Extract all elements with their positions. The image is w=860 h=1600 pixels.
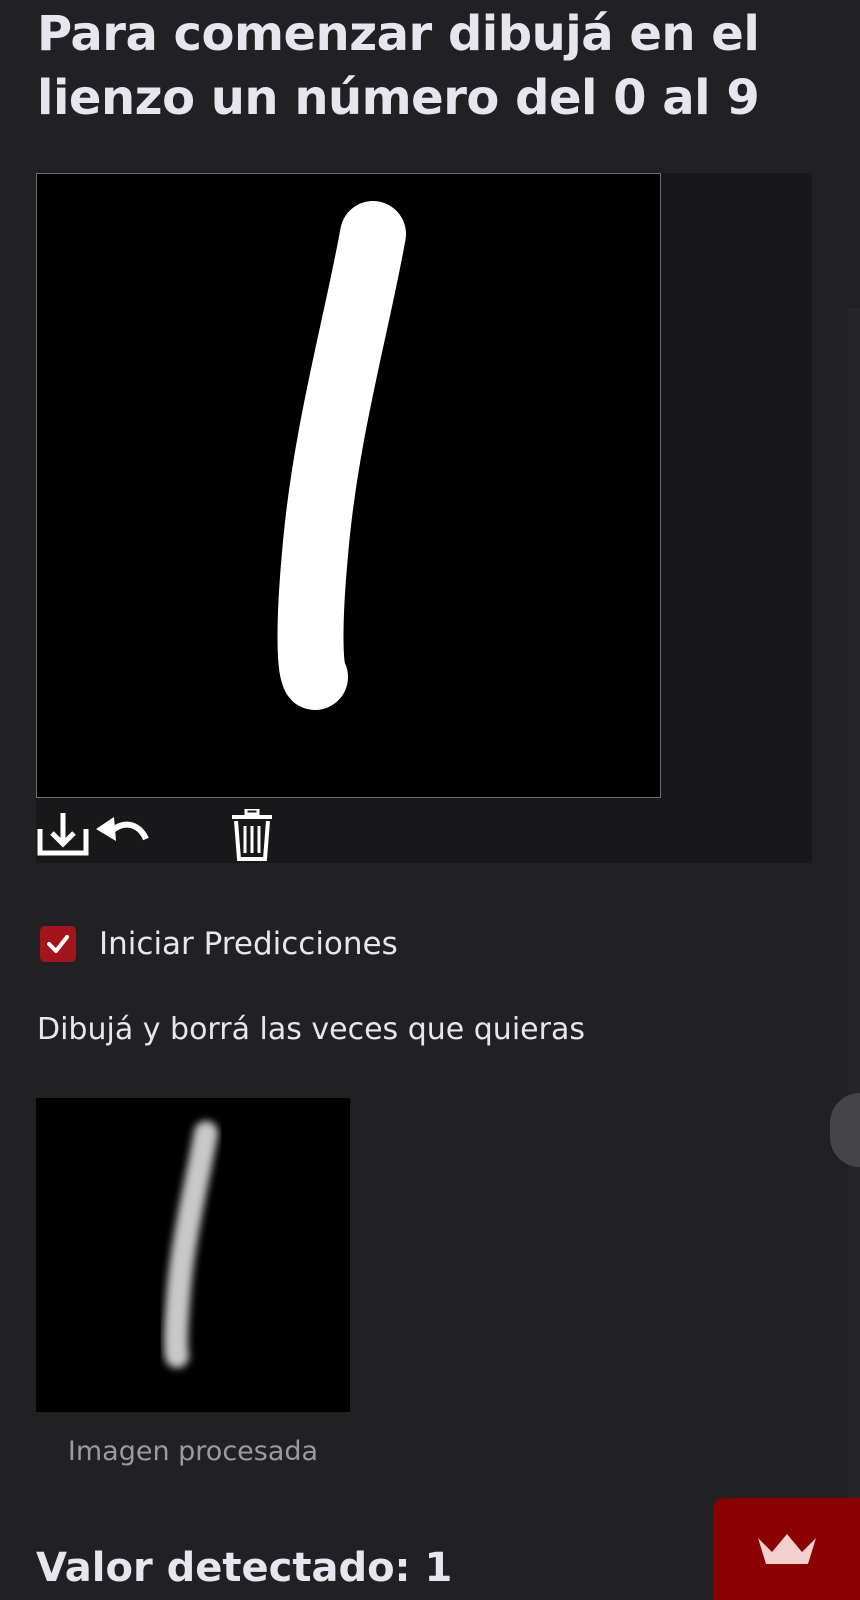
- drawn-digit-stroke: [277, 201, 406, 710]
- download-icon: [37, 813, 89, 856]
- download-button[interactable]: [36, 809, 92, 859]
- drawing-canvas-component: [36, 173, 812, 863]
- start-predictions-checkbox[interactable]: Iniciar Predicciones: [40, 924, 398, 964]
- checkbox-checked-icon[interactable]: [40, 926, 76, 962]
- undo-button[interactable]: [94, 809, 150, 859]
- page-title: Para comenzar dibujá en el lienzo un núm…: [37, 6, 760, 126]
- crown-badge-button[interactable]: [713, 1498, 860, 1600]
- undo-icon: [96, 817, 149, 841]
- checkbox-label: Iniciar Predicciones: [99, 926, 398, 962]
- helper-text: Dibujá y borrá las veces que quieras: [37, 1012, 585, 1047]
- crown-icon: [757, 1534, 816, 1564]
- detected-value-heading: Valor detectado: 1: [36, 1545, 453, 1591]
- processed-image: [36, 1098, 350, 1412]
- trash-icon: [232, 809, 272, 861]
- drawing-canvas[interactable]: [36, 173, 661, 798]
- clear-canvas-button[interactable]: [226, 809, 282, 861]
- canvas-toolbar: [36, 809, 336, 861]
- scrollbar-track[interactable]: [848, 308, 860, 1600]
- scrollbar-handle[interactable]: [830, 1093, 860, 1167]
- processed-digit-stroke: [163, 1121, 218, 1368]
- image-caption: Imagen procesada: [67, 1436, 319, 1467]
